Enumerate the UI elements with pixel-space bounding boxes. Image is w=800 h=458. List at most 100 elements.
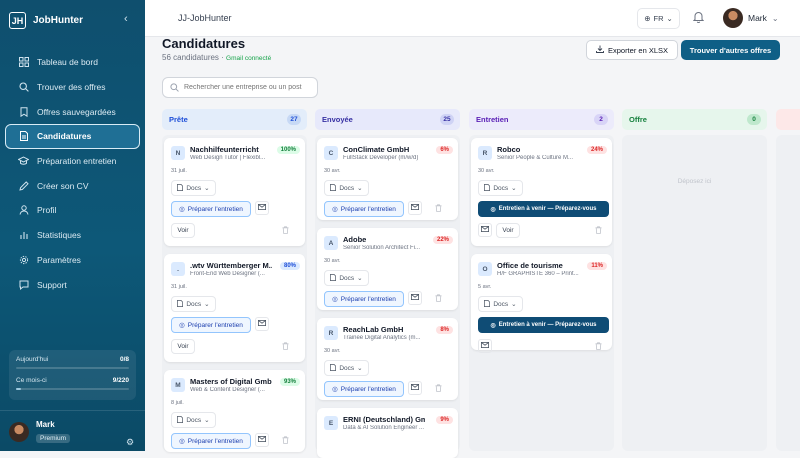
app-logo[interactable]: JH JobHunter: [9, 12, 83, 29]
sidebar-nav: Tableau de bord Trouver des offres Offre…: [5, 50, 140, 297]
trash-icon[interactable]: [282, 342, 289, 352]
application-card[interactable]: M Masters of Digital GmbH Web & Content De…: [164, 370, 305, 452]
prepare-interview-button[interactable]: ◎ Préparer l'entretien: [171, 201, 251, 217]
prepare-label: Préparer l'entretien: [340, 385, 396, 393]
docs-dropdown[interactable]: Docs ⌄: [171, 180, 216, 196]
prepare-interview-button[interactable]: ◎ Préparer l'entretien: [171, 317, 251, 333]
job-title: Web & Content Designer (...: [190, 387, 265, 393]
application-card[interactable]: N Nachhilfeunterricht Web Design Tutor | F…: [164, 138, 305, 246]
target-icon: ◎: [179, 438, 185, 445]
trash-icon[interactable]: [595, 342, 602, 352]
language-select[interactable]: ⊕ FR ⌄: [637, 8, 680, 29]
upcoming-interview-banner[interactable]: ◎ Entretien à venir — Préparez-vous: [478, 317, 609, 333]
download-icon: [596, 45, 604, 55]
search-icon: [18, 82, 29, 93]
trash-icon[interactable]: [595, 226, 602, 236]
column: Entretien 2 R Robco Senior People & Culture …: [469, 109, 614, 451]
application-card[interactable]: R ReachLab GmbH Trainee Digital Analytics …: [317, 318, 458, 400]
view-button[interactable]: Voir: [171, 339, 195, 354]
logo-icon: JH: [9, 12, 26, 29]
match-score-badge: 8%: [436, 326, 453, 334]
gear-icon[interactable]: ⚙: [126, 437, 134, 448]
sidebar-item-statistics[interactable]: Statistiques: [5, 223, 140, 248]
trash-icon[interactable]: [435, 384, 442, 394]
column-count: 25: [440, 114, 454, 125]
docs-dropdown[interactable]: Docs ⌄: [478, 296, 523, 312]
email-button[interactable]: [255, 201, 269, 215]
bell-icon[interactable]: [692, 11, 705, 26]
application-card[interactable]: R Robco Senior People & Culture M... 24% 30 …: [471, 138, 612, 246]
trash-icon[interactable]: [435, 294, 442, 304]
sidebar-item-interview-prep[interactable]: Préparation entretien: [5, 149, 140, 174]
application-date: 8 juil.: [171, 400, 184, 406]
docs-dropdown[interactable]: Docs ⌄: [324, 270, 369, 286]
application-card[interactable]: . .wtv Württemberger M... Front-End Web De…: [164, 254, 305, 362]
application-card[interactable]: O Office de tourisme H/F GRAPHISTE 360 – P…: [471, 254, 612, 353]
sidebar-item-settings[interactable]: Paramètres: [5, 248, 140, 273]
search-input[interactable]: [184, 84, 312, 91]
search-box: [162, 77, 318, 98]
prepare-interview-button[interactable]: ◎ Préparer l'entretien: [324, 201, 404, 217]
email-button[interactable]: [255, 317, 269, 331]
trash-icon[interactable]: [435, 204, 442, 214]
company-name: Office de tourisme: [497, 261, 563, 270]
prepare-interview-button[interactable]: ◎ Préparer l'entretien: [171, 433, 251, 449]
email-button[interactable]: [255, 433, 269, 447]
prepare-label: Préparer l'entretien: [187, 205, 243, 213]
prepare-interview-button[interactable]: ◎ Préparer l'entretien: [324, 291, 404, 307]
docs-label: Docs: [186, 300, 202, 308]
sidebar-item-applications[interactable]: Candidatures: [5, 124, 140, 149]
column: Prête 27 N Nachhilfeunterricht Web Design Tu…: [162, 109, 307, 452]
find-more-offers-button[interactable]: Trouver d'autres offres: [681, 40, 780, 60]
sidebar-item-dashboard[interactable]: Tableau de bord: [5, 50, 140, 75]
mail-icon: [258, 204, 266, 212]
trash-icon[interactable]: [282, 436, 289, 446]
upcoming-interview-banner[interactable]: ◎ Entretien à venir — Préparez-vous: [478, 201, 609, 217]
email-button[interactable]: [408, 201, 422, 215]
column-body: R Robco Senior People & Culture M... 24% 30 …: [469, 135, 614, 451]
email-button[interactable]: [408, 381, 422, 395]
application-card[interactable]: A Adobe Senior Solution Architect Fi... 22%…: [317, 228, 458, 310]
sidebar-item-profile[interactable]: Profil: [5, 198, 140, 223]
job-title: H/F GRAPHISTE 360 – Print...: [497, 271, 579, 277]
application-card[interactable]: C ConClimate GmbH FullStack Developer (m/w…: [317, 138, 458, 220]
email-button[interactable]: [478, 223, 492, 237]
trash-icon[interactable]: [282, 226, 289, 236]
document-icon: [330, 183, 337, 193]
email-button[interactable]: [478, 339, 492, 353]
docs-dropdown[interactable]: Docs ⌄: [478, 180, 523, 196]
match-score-badge: 93%: [279, 378, 300, 386]
company-logo: R: [324, 326, 338, 340]
sidebar-item-support[interactable]: Support: [5, 272, 140, 297]
export-xlsx-button[interactable]: Exporter en XLSX: [586, 40, 678, 60]
empty-dropzone-text: Déposez ici: [677, 178, 712, 185]
user-menu[interactable]: Mark ⌄: [723, 8, 779, 28]
chevron-left-icon[interactable]: ‹: [124, 13, 128, 25]
sidebar-item-label: Préparation entretien: [37, 156, 117, 167]
prepare-interview-button[interactable]: ◎ Préparer l'entretien: [324, 381, 404, 397]
sidebar-item-label: Profil: [37, 205, 57, 216]
avatar[interactable]: [9, 422, 29, 442]
view-button[interactable]: Voir: [171, 223, 195, 238]
email-button[interactable]: [408, 291, 422, 305]
view-button[interactable]: Voir: [496, 223, 520, 238]
premium-badge: Premium: [36, 434, 71, 443]
docs-dropdown[interactable]: Docs ⌄: [171, 296, 216, 312]
sidebar-item-saved-offers[interactable]: Offres sauvegardées: [5, 99, 140, 124]
chevron-down-icon: ⌄: [511, 185, 517, 192]
prepare-label: Préparer l'entretien: [187, 437, 243, 445]
company-logo: N: [171, 146, 185, 160]
docs-dropdown[interactable]: Docs ⌄: [324, 180, 369, 196]
docs-dropdown[interactable]: Docs ⌄: [171, 412, 216, 428]
prepare-label: Préparer l'entretien: [187, 321, 243, 329]
gear-icon: [18, 254, 29, 265]
sidebar-item-create-cv[interactable]: Créer son CV: [5, 173, 140, 198]
company-name: .wtv Württemberger M...: [190, 261, 272, 270]
sidebar-item-find-offers[interactable]: Trouver des offres: [5, 75, 140, 100]
docs-dropdown[interactable]: Docs ⌄: [324, 360, 369, 376]
document-icon: [18, 131, 29, 142]
document-icon: [484, 299, 491, 309]
target-icon: ◎: [332, 296, 338, 303]
mail-icon: [481, 226, 489, 234]
match-score-badge: 100%: [276, 146, 300, 154]
